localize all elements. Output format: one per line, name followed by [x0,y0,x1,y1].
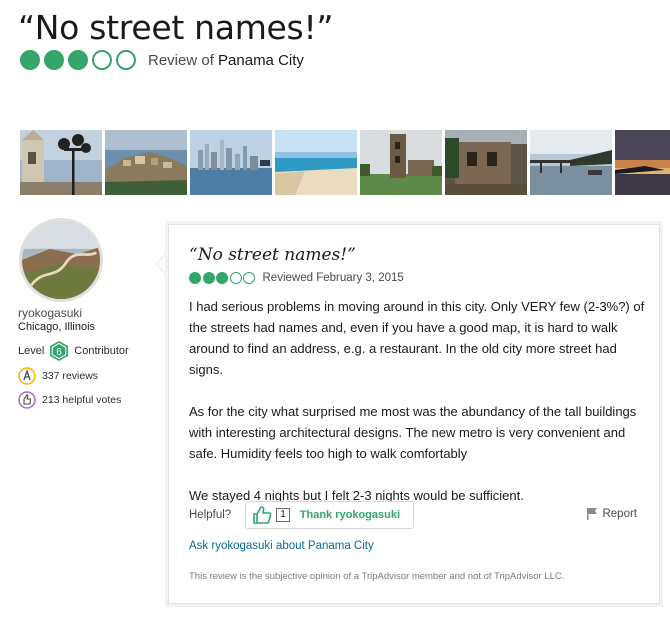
rating-bubble [44,50,64,70]
reviews-count-row: 337 reviews [18,367,148,385]
review-paragraph: As for the city what surprised me most w… [189,404,637,461]
rating-bubble [68,50,88,70]
review-card: “No street names!” Reviewed February 3, … [168,224,660,604]
ask-reviewer-link[interactable]: Ask ryokogasuki about Panama City [189,540,374,552]
rating-bubble [92,50,112,70]
review-rating-bubble [229,272,242,284]
photo-strip [20,130,670,195]
rating-bubble [116,50,136,70]
rating-bubble [20,50,40,70]
helpful-votes-row: 213 helpful votes [18,391,148,409]
review-paragraph: I had serious problems in moving around … [189,299,645,377]
review-title[interactable]: “No street names!” [189,245,356,265]
review-body: I had serious problems in moving around … [189,296,645,527]
old-town-aerial-photo[interactable] [105,130,187,195]
thumbs-up-icon [253,506,272,524]
thank-count: 1 [276,508,290,522]
reviewer-location: Chicago, Illinois [18,321,96,333]
ruins-tower-photo[interactable] [360,130,442,195]
review-of-prefix: Review of [148,51,214,69]
review-date: Reviewed February 3, 2015 [262,272,404,284]
street-lamp-church-photo[interactable] [20,130,102,195]
reviewer-level: Level 6 Contributor [18,341,148,361]
review-of-text: Review of Panama City [148,52,304,69]
report-label: Report [602,507,637,520]
level-number: 6 [57,347,63,358]
level-label: Level [18,345,45,357]
reviewer-username[interactable]: ryokogasuki [18,306,148,320]
report-button[interactable]: Report [586,507,637,520]
level-badge-icon: 6 [50,341,69,361]
review-of-city[interactable]: Panama City [218,52,304,69]
beach-photo[interactable] [275,130,357,195]
avatar[interactable] [19,218,103,302]
stone-ruins-photo[interactable] [445,130,527,195]
reviews-count[interactable]: 337 reviews [42,370,98,382]
review-rating-bubbles [189,272,257,284]
reviewer-profile: ryokogasuki Chicago, Illinois Level 6 Co… [18,218,148,409]
review-rating-bubble [189,272,201,284]
helpful-row: Helpful? 1 Thank ryokogasuki [189,501,415,529]
helpful-label: Helpful? [189,509,232,521]
page-title: “No street names!” [18,8,334,47]
review-rating-bubble [243,272,255,284]
review-disclaimer: This review is the subjective opinion of… [189,571,565,582]
pencil-badge-icon [18,367,36,385]
review-rating-bubble [202,272,215,284]
thumbs-up-badge-icon [18,391,36,409]
level-title: Contributor [74,345,129,357]
canal-bridge-photo[interactable] [530,130,612,195]
review-rating-bubble [216,272,228,284]
overall-rating-bubbles [20,50,140,70]
flag-icon [587,508,598,520]
sunset-photo[interactable] [615,130,670,195]
overall-rating-row: Review of Panama City [20,50,304,70]
skyline-bay-photo[interactable] [190,130,272,195]
review-meta: Reviewed February 3, 2015 [189,272,404,284]
thank-label: Thank ryokogasuki [299,509,401,521]
helpful-votes-count: 213 helpful votes [42,394,122,406]
thank-reviewer-button[interactable]: 1 Thank ryokogasuki [245,501,415,529]
